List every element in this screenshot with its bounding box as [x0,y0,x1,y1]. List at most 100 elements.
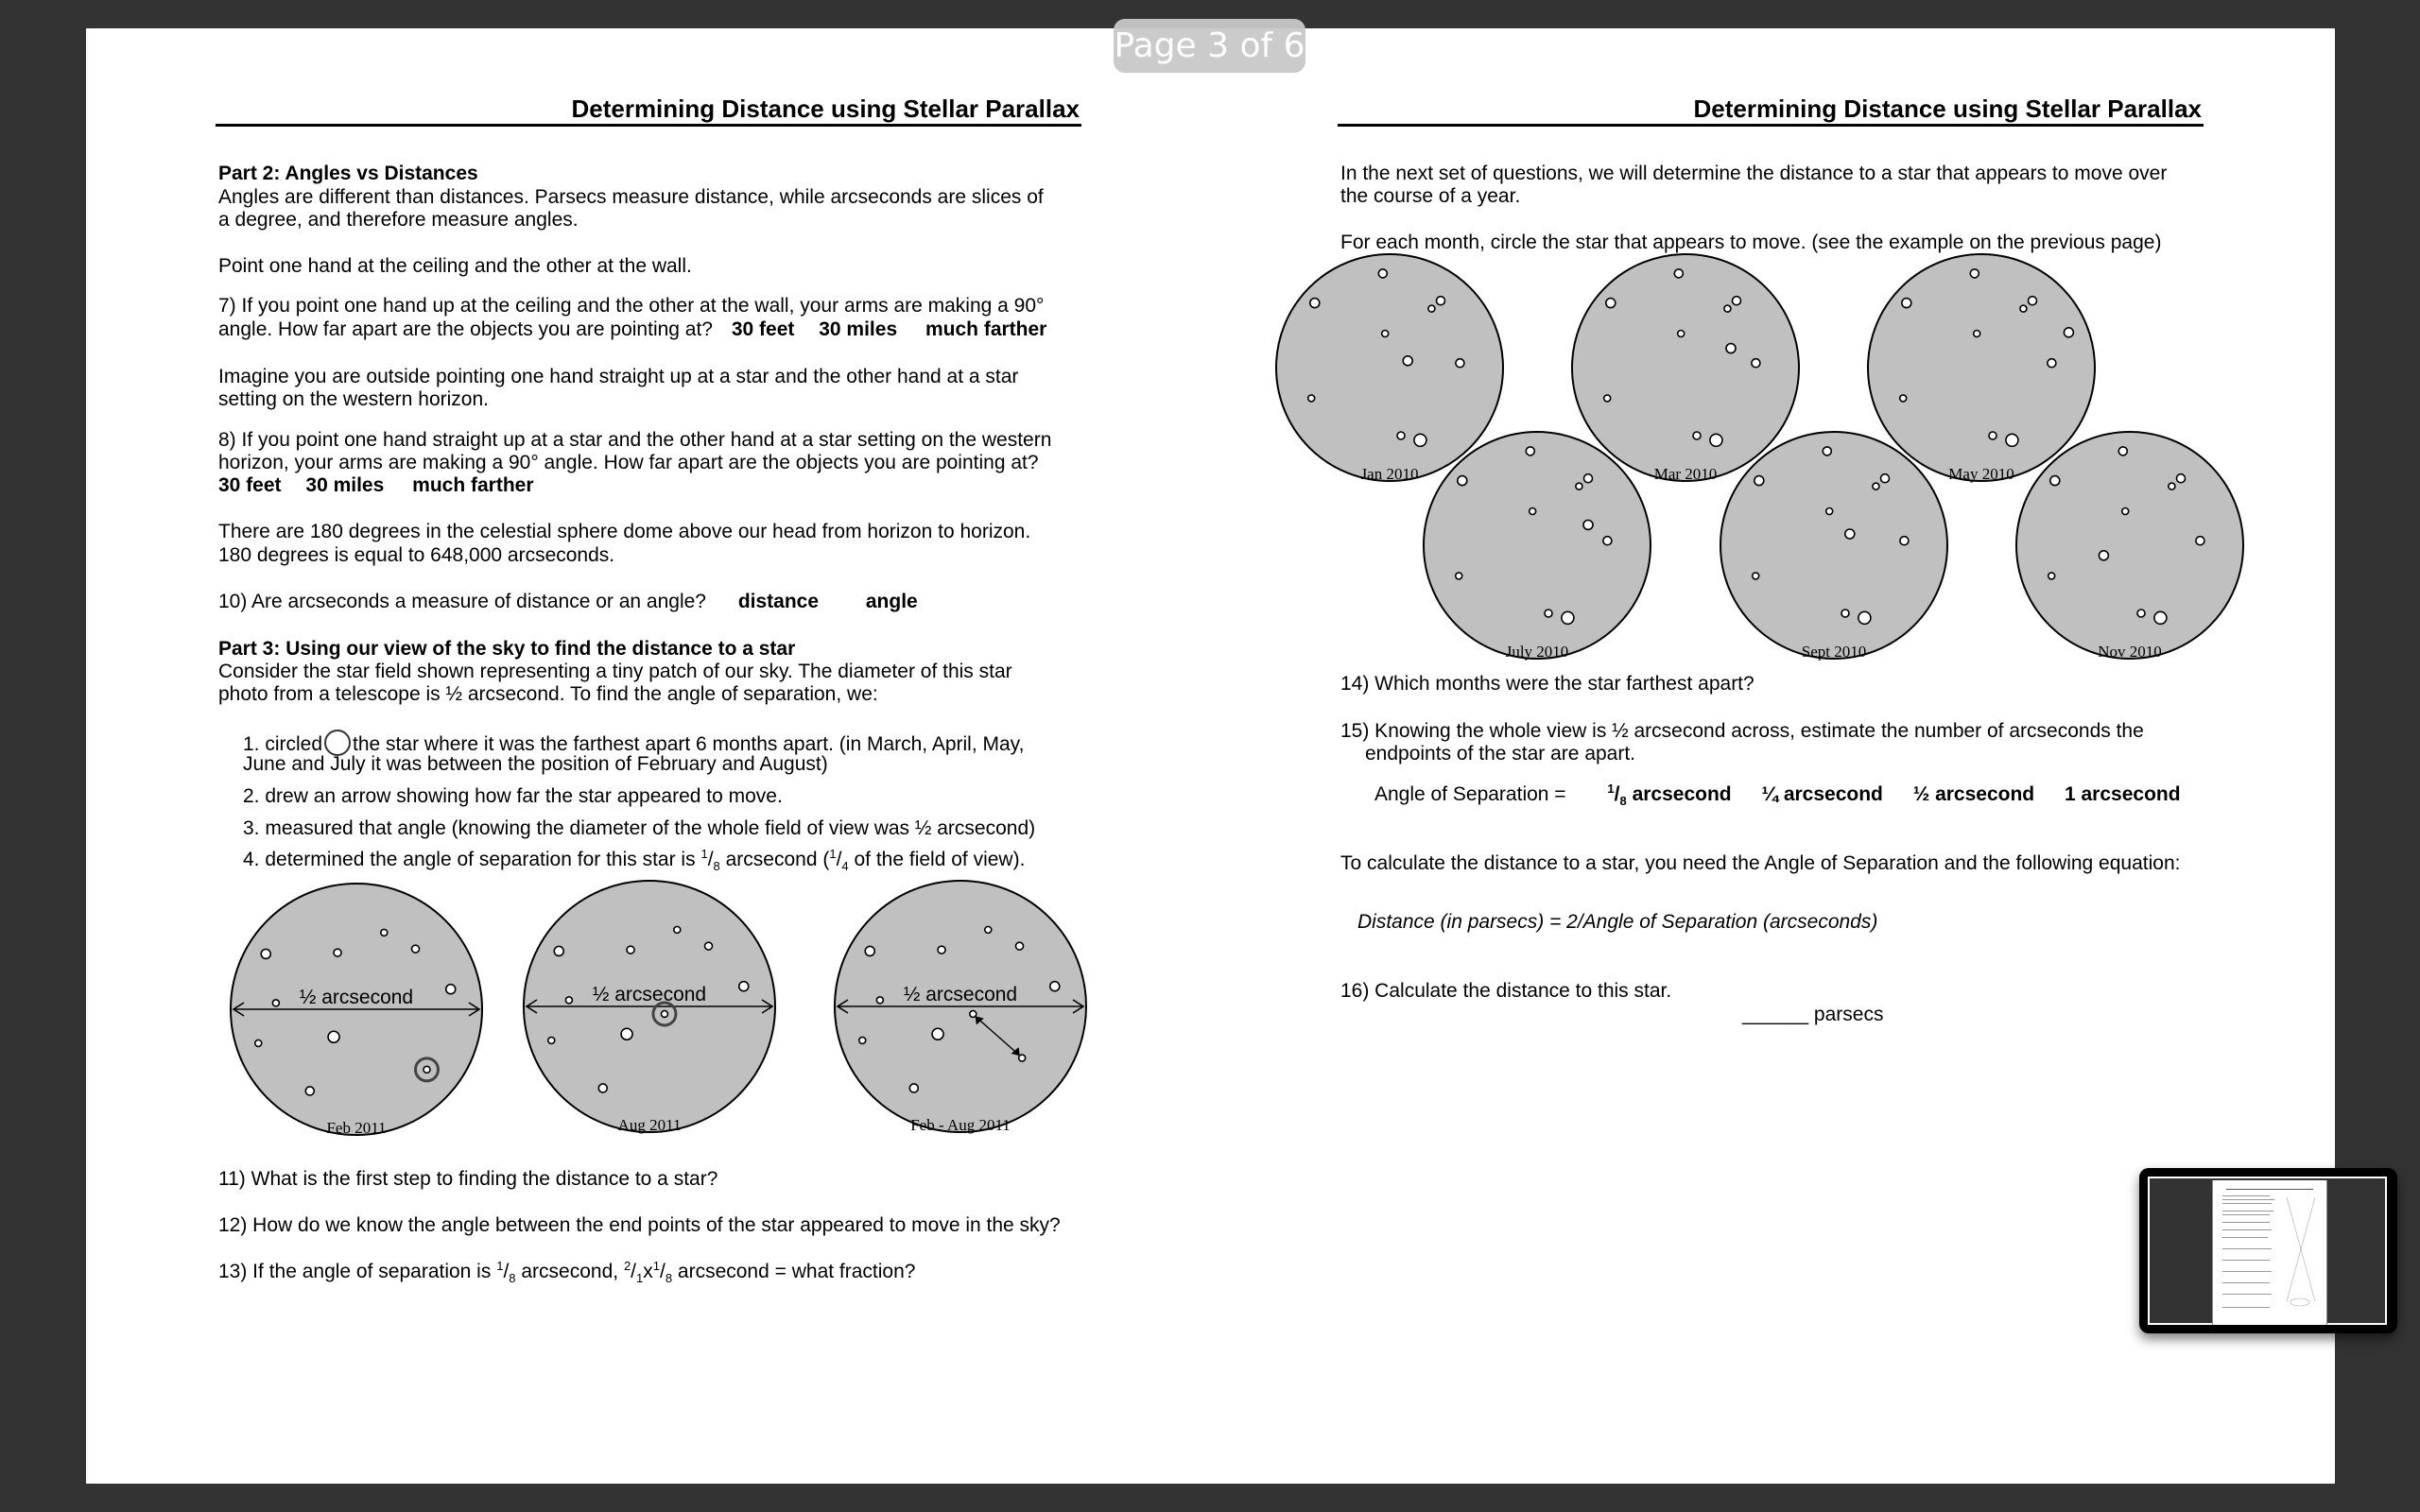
star [1306,394,1316,403]
star [1988,431,1997,440]
star-field: Jan 2010 [1275,253,1504,483]
angle-option-eighth[interactable]: 1/8 arcsecond [1607,782,1732,809]
star [1731,295,1742,306]
star [1582,519,1594,531]
thumbnail-viewport [2148,1177,2387,1325]
star [1872,482,1880,490]
star-field-label: Nov 2010 [2098,643,2162,661]
star [1972,329,1981,338]
star [2136,609,2146,618]
star [1858,610,1872,626]
angle-option-one[interactable]: 1 arcsecond [2065,783,2181,805]
star [1377,268,1389,279]
star-field: Sept 2010 [1720,431,1948,661]
angle-of-separation-row: Angle of Separation = 1/8 arcsecond ¼ ar… [1374,782,2181,809]
star [2175,472,2187,484]
star [1676,329,1685,338]
star-field: May 2010 [1867,253,2096,483]
star-field-disc [1275,253,1504,482]
angle-option-unit: arcsecond [1632,783,1732,805]
star [1605,297,1616,309]
star-field-disc [1423,431,1651,660]
star [1709,433,1723,448]
star-field: Nov 2010 [2015,431,2244,661]
star [1898,394,1908,403]
star [1824,507,1834,516]
page-thumbnail-navigator[interactable] [2139,1168,2397,1333]
star [1844,528,1856,540]
thumbnail-page-preview[interactable] [2212,1180,2327,1325]
distance-equation: Distance (in parsecs) = 2/Angle of Separ… [1357,911,1878,933]
star [1528,507,1537,516]
star [2118,446,2129,456]
star [1309,297,1321,309]
star-field-disc [2015,431,2244,660]
q14: 14) Which months were the star farthest … [1340,673,1754,695]
angle-label: Angle of Separation = [1374,783,1566,805]
star [1455,357,1465,369]
calc-intro: To calculate the distance to a star, you… [1340,852,2181,874]
star [1413,433,1427,448]
star [2027,295,2038,306]
star-field-label: Mar 2010 [1654,465,1718,483]
star [2120,507,2130,516]
star [1427,304,1436,313]
star [2005,433,2019,448]
thumb-parallax-diagram [2286,1196,2316,1307]
star [2195,535,2205,546]
q16-answer-blank[interactable]: ______ [1742,1004,1808,1025]
star [1402,354,1413,367]
star [1901,297,1912,309]
star [2019,304,2028,313]
star [1754,474,1765,487]
star [1673,268,1685,279]
star [2098,549,2110,561]
star [1454,572,1463,580]
star [1692,431,1702,440]
q16-unit: parsecs [1813,1004,1884,1025]
monthly-star-fields: Jan 2010 Mar 2010 May 2010 July 2010 Sept 20… [1275,253,2244,661]
q15-line1: 15) Knowing the whole view is ½ arcsecon… [1340,720,2144,742]
star [1969,268,1980,279]
star-field-disc [1720,431,1948,660]
star [1822,446,1833,456]
fraction-numerator: 1 [1607,782,1615,796]
star [2047,357,2057,369]
star [1841,609,1850,618]
star-field-label: July 2010 [1506,643,1569,661]
star [1879,472,1891,484]
star [2049,474,2061,487]
star-field-label: May 2010 [1948,465,2014,483]
star [1380,329,1390,338]
star-field-label: Sept 2010 [1802,643,1866,661]
star [1525,446,1536,456]
star-field: July 2010 [1423,431,1651,661]
star [1899,535,1910,546]
star [1751,357,1761,369]
star [2047,572,2056,580]
star [1725,342,1737,354]
star-field: Mar 2010 [1571,253,1800,483]
star [1751,572,1760,580]
q16: 16) Calculate the distance to this star. [1340,980,1672,1002]
q16-answer: ______ parsecs [1742,1003,1883,1026]
q15-line2: endpoints of the star are apart. [1365,743,1636,765]
star [1435,295,1446,306]
star [1561,610,1575,626]
star [1457,474,1468,487]
star [1396,431,1406,440]
star [2168,482,2176,490]
star [1602,535,1613,546]
star [1723,304,1732,313]
star [1602,394,1612,403]
star [2063,326,2075,338]
star [1575,482,1583,490]
star [2153,610,2168,626]
angle-option-half[interactable]: ½ arcsecond [1913,783,2034,805]
star [1544,609,1553,618]
angle-option-quarter[interactable]: ¼ arcsecond [1761,783,1882,805]
star-field-disc [1571,253,1800,482]
star-field-label: Jan 2010 [1361,465,1419,483]
fraction-denominator: 8 [1619,794,1627,809]
star-field-disc [1867,253,2096,482]
